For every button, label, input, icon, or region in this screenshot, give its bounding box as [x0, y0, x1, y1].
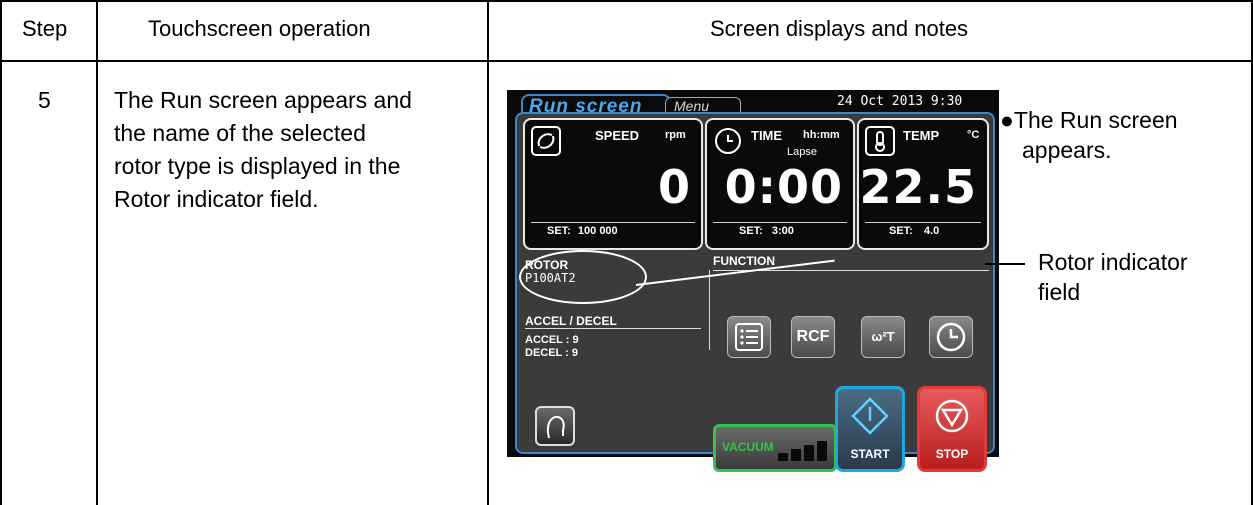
rcf-button[interactable]: RCF [791, 316, 835, 358]
table-header-divider [0, 60, 1253, 62]
temp-value: 22.5 [859, 160, 977, 214]
timer-button[interactable] [929, 316, 973, 358]
note-line: The Run screen [1013, 107, 1178, 133]
temp-set: SET: 4.0 [865, 222, 981, 237]
start-button[interactable]: START [835, 386, 905, 472]
operation-line: the name of the selected [114, 120, 366, 146]
decel-value: DECEL : 9 [525, 347, 578, 359]
omega2t-button[interactable]: ω²T [861, 316, 905, 358]
note-line: appears. [1022, 137, 1112, 163]
vacuum-bar-3 [804, 445, 814, 461]
operator-icon [546, 415, 565, 439]
vacuum-bar-2 [791, 449, 801, 461]
callout-line-text: field [1038, 279, 1081, 305]
start-icon [851, 397, 889, 435]
speed-unit: rpm [665, 129, 686, 141]
accel-value: ACCEL : 9 [525, 334, 579, 346]
time-set-value: 3:00 [771, 225, 794, 237]
program-list-button[interactable] [727, 316, 771, 358]
header-notes: Screen displays and notes [710, 16, 969, 41]
function-vertical-divider [709, 270, 710, 350]
help-button[interactable] [535, 406, 575, 446]
callout-rotor-indicator: Rotor indicator field [1038, 247, 1188, 307]
table-divider-1 [96, 0, 98, 505]
thermometer-icon [865, 126, 895, 156]
speed-value: 0 [657, 160, 691, 214]
speed-set-value: 100 000 [577, 225, 618, 237]
time-label: TIME [751, 128, 783, 143]
stop-button[interactable]: STOP [917, 386, 987, 472]
clock-icon [715, 128, 741, 154]
run-screen-frame: SPEED rpm 0 SET: 100 000 TIME hh:mm Laps… [515, 112, 995, 472]
vacuum-label: VACUUM [722, 440, 774, 454]
note-run-screen: ●The Run screen appears. [1000, 105, 1178, 165]
header-step: Step [22, 16, 68, 41]
operation-line: rotor type is displayed in the [114, 153, 401, 179]
accel-decel-label: ACCEL / DECEL [525, 314, 617, 328]
operation-line: The Run screen appears and [114, 87, 412, 113]
operation-line: Rotor indicator field. [114, 186, 319, 212]
table-divider-2 [487, 0, 489, 505]
start-label: START [850, 447, 890, 461]
run-screen-image: Run screen Menu 24 Oct 2013 9:30 SPEED r… [507, 90, 999, 472]
rotation-icon [531, 126, 561, 156]
function-label: FUNCTION [713, 254, 775, 268]
datetime: 24 Oct 2013 9:30 [837, 94, 963, 109]
speed-panel: SPEED rpm 0 SET: 100 000 [523, 118, 703, 250]
stop-icon [935, 399, 969, 433]
accel-decel-divider [525, 328, 701, 329]
time-set: SET: 3:00 [713, 222, 847, 237]
time-value: 0:00 [724, 160, 843, 214]
bullet: ● [1000, 107, 1014, 133]
callout-line-text: Rotor indicator [1038, 249, 1188, 275]
temp-unit: °C [967, 129, 980, 141]
time-set-label: SET: [739, 225, 763, 237]
rotor-highlight-ellipse [519, 250, 647, 304]
clock-icon [936, 322, 966, 352]
vacuum-indicator: VACUUM [713, 424, 837, 472]
table-border-top [0, 0, 1253, 2]
speed-set: SET: 100 000 [531, 222, 695, 237]
header-operation: Touchscreen operation [148, 16, 371, 41]
time-unit: hh:mm [803, 129, 840, 141]
vacuum-bar-4 [817, 441, 827, 461]
temp-set-value: 4.0 [923, 225, 940, 237]
speed-label: SPEED [595, 128, 640, 143]
table-border-left [0, 0, 2, 505]
step-number: 5 [38, 87, 51, 113]
time-lapse: Lapse [787, 146, 817, 158]
stop-label: STOP [935, 447, 969, 461]
list-icon [735, 323, 763, 351]
operation-text: The Run screen appears and the name of t… [114, 84, 412, 216]
temp-panel: TEMP °C 22.5 SET: 4.0 [857, 118, 989, 250]
temp-set-label: SET: [889, 225, 913, 237]
speed-set-label: SET: [547, 225, 571, 237]
callout-line-outer [985, 263, 1025, 265]
vacuum-bar-1 [778, 453, 788, 461]
time-panel: TIME hh:mm Lapse 0:00 SET: 3:00 [705, 118, 855, 250]
temp-label: TEMP [903, 128, 940, 143]
